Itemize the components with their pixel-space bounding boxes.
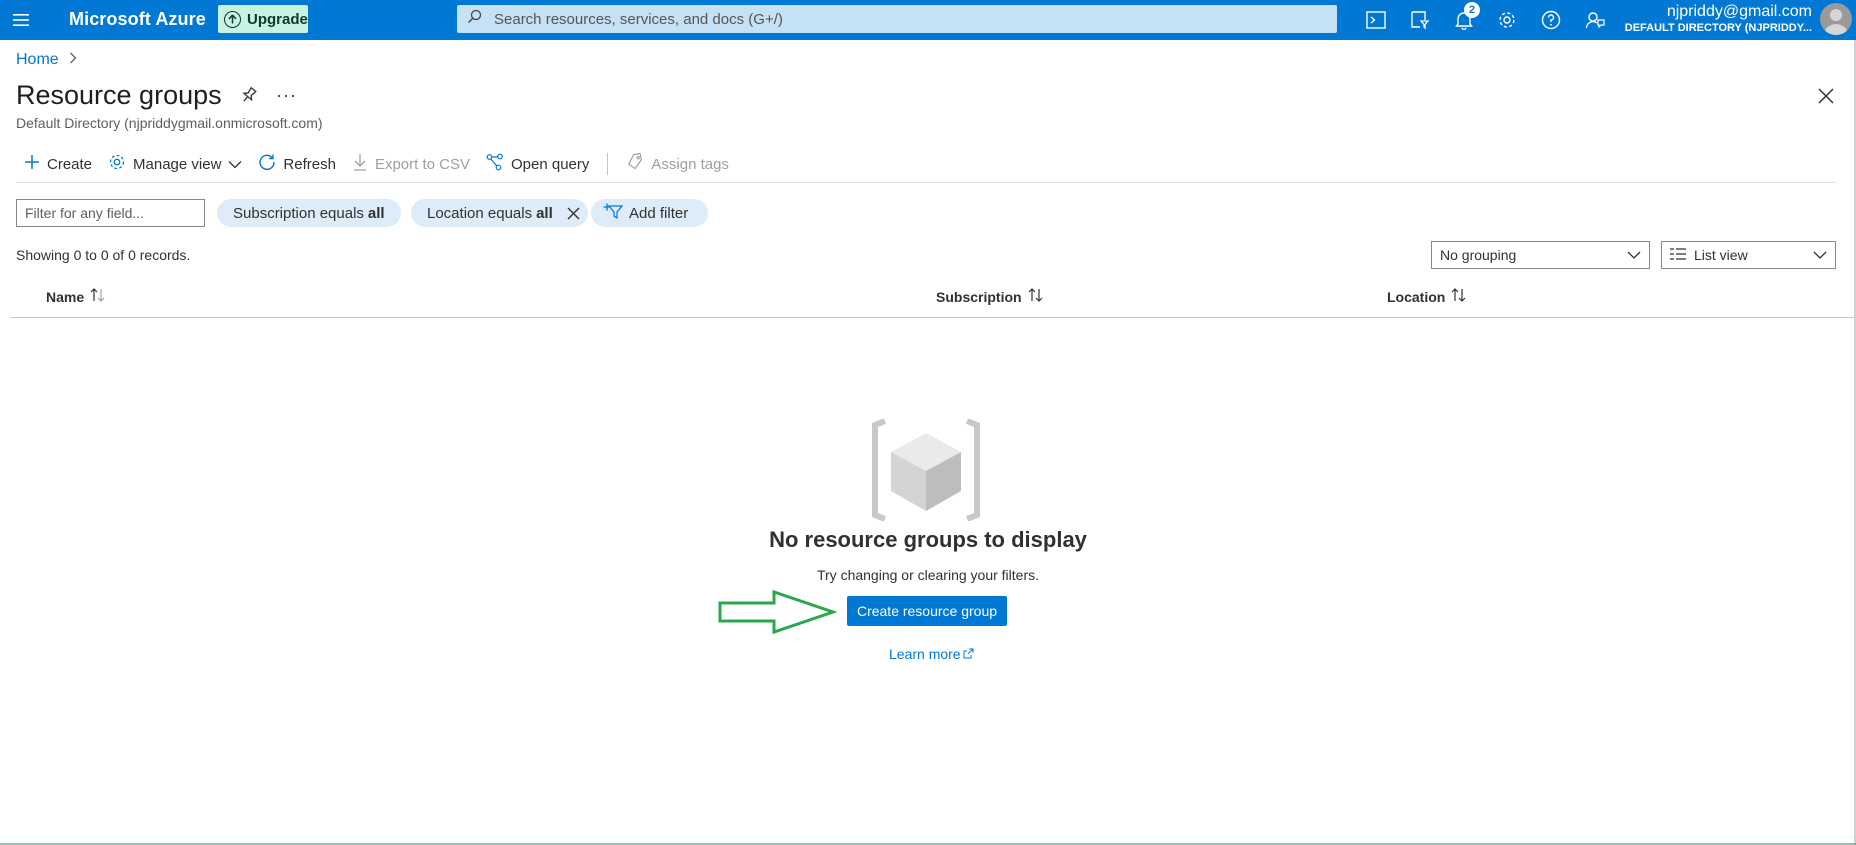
view-selected: List view: [1694, 247, 1748, 263]
open-query-label: Open query: [511, 155, 590, 173]
toolbar-divider: [607, 153, 609, 175]
add-filter-label: Add filter: [629, 204, 689, 222]
account-menu[interactable]: njpriddy@gmail.com DEFAULT DIRECTORY (NJ…: [1625, 2, 1812, 35]
manage-view-label: Manage view: [133, 155, 222, 173]
account-directory: DEFAULT DIRECTORY (NJPRIDDY...: [1624, 22, 1812, 34]
refresh-label: Refresh: [283, 155, 336, 173]
filter-input[interactable]: [16, 199, 205, 227]
column-header-name[interactable]: Name: [46, 288, 106, 305]
open-query-button[interactable]: Open query: [478, 148, 597, 180]
search-input[interactable]: [492, 9, 1312, 29]
command-bar: Create Manage view Refresh Export to CSV…: [16, 148, 737, 180]
breadcrumb-home[interactable]: Home: [16, 51, 59, 69]
search-icon: [467, 9, 482, 29]
resource-group-icon: [871, 418, 981, 526]
subscription-filter-label: Subscription equals: [233, 204, 364, 222]
sort-icon: [1451, 288, 1467, 305]
empty-state-title: No resource groups to display: [769, 527, 1087, 552]
refresh-button[interactable]: Refresh: [250, 148, 344, 180]
avatar[interactable]: [1820, 3, 1852, 35]
create-resource-group-button[interactable]: Create resource group: [847, 596, 1007, 626]
account-email: njpriddy@gmail.com: [1666, 3, 1812, 20]
upgrade-button[interactable]: Upgrade: [218, 5, 308, 33]
page-subtitle: Default Directory (njpriddygmail.onmicro…: [16, 115, 323, 131]
sort-icon: [90, 288, 106, 305]
global-search[interactable]: [457, 5, 1337, 33]
column-header-subscription[interactable]: Subscription: [936, 288, 1044, 305]
view-dropdown[interactable]: List view: [1661, 241, 1836, 269]
query-graph-icon: [486, 153, 504, 175]
page-title: Resource groups: [16, 80, 222, 110]
grouping-selected: No grouping: [1440, 247, 1517, 263]
sort-icon: [1028, 288, 1044, 305]
directory-filter-icon[interactable]: [1408, 8, 1432, 32]
subscription-filter-pill[interactable]: Subscription equals all: [217, 199, 401, 227]
cloud-shell-icon[interactable]: [1364, 8, 1388, 32]
records-count: Showing 0 to 0 of 0 records.: [16, 247, 191, 263]
learn-more-label: Learn more: [889, 646, 961, 662]
notifications-icon[interactable]: 2: [1452, 2, 1480, 32]
export-csv-label: Export to CSV: [374, 155, 470, 173]
empty-state-subtitle: Try changing or clearing your filters.: [816, 567, 1040, 583]
top-bar: Microsoft Azure Upgrade 2 njpriddy@gmail…: [0, 0, 1856, 40]
gear-icon: [108, 153, 126, 175]
grouping-dropdown[interactable]: No grouping: [1431, 241, 1650, 269]
location-filter-value: all: [536, 204, 553, 222]
annotation-arrow: [717, 589, 838, 640]
create-label: Create: [47, 155, 93, 173]
toolbar-divider-line: [16, 182, 1836, 183]
plus-icon: [24, 154, 40, 174]
feedback-icon[interactable]: [1583, 8, 1607, 32]
settings-icon[interactable]: [1495, 8, 1519, 32]
table-header-divider: [11, 317, 1856, 318]
brand-title[interactable]: Microsoft Azure: [69, 9, 206, 30]
chevron-down-icon: [1813, 248, 1827, 265]
column-name-label: Name: [46, 288, 85, 305]
manage-view-button[interactable]: Manage view: [100, 148, 250, 180]
column-location-label: Location: [1387, 288, 1446, 305]
assign-tags-button[interactable]: Assign tags: [618, 148, 737, 180]
help-icon[interactable]: [1539, 8, 1563, 32]
tag-icon: [626, 152, 644, 175]
external-link-icon: [963, 646, 974, 662]
list-view-icon: [1670, 247, 1686, 263]
create-button[interactable]: Create: [16, 148, 100, 180]
menu-icon[interactable]: [12, 11, 30, 29]
chevron-right-icon: [69, 51, 77, 69]
upgrade-label: Upgrade: [247, 10, 308, 28]
location-filter-label: Location equals: [427, 204, 533, 222]
download-icon: [352, 153, 368, 175]
upgrade-arrow-icon: [224, 10, 241, 28]
column-subscription-label: Subscription: [936, 288, 1022, 305]
notification-count-badge: 2: [1464, 2, 1480, 18]
breadcrumb: Home: [16, 51, 77, 69]
assign-tags-label: Assign tags: [651, 155, 729, 173]
column-header-location[interactable]: Location: [1387, 288, 1467, 305]
chevron-down-icon: [1627, 248, 1641, 265]
location-filter-pill[interactable]: Location equals all: [411, 199, 588, 227]
more-options-icon[interactable]: ···: [276, 85, 297, 106]
subscription-filter-value: all: [367, 204, 385, 222]
learn-more-link[interactable]: Learn more: [889, 646, 974, 662]
add-filter-icon: [603, 203, 624, 223]
add-filter-button[interactable]: Add filter: [591, 199, 709, 227]
pin-icon[interactable]: [240, 86, 258, 109]
refresh-icon: [258, 153, 276, 175]
export-csv-button[interactable]: Export to CSV: [344, 148, 478, 180]
remove-filter-icon[interactable]: [567, 207, 580, 220]
close-icon[interactable]: [1818, 88, 1834, 109]
chevron-down-icon: [228, 156, 242, 173]
